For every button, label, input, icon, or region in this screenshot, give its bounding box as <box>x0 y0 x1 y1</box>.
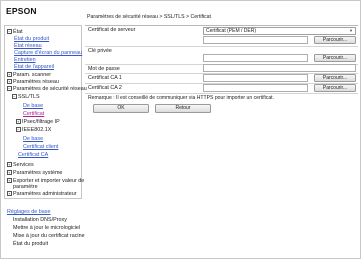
basic-settings-dns-proxy[interactable]: Installation DNS/Proxy <box>13 217 67 223</box>
private-key-label: Clé privée <box>88 48 112 54</box>
divider <box>85 25 358 26</box>
password-label: Mot de passe <box>88 66 120 72</box>
chevron-down-icon: ▾ <box>349 28 353 33</box>
sidebar-item-certificat-client[interactable]: Certificat client <box>23 144 58 150</box>
sidebar-item-services[interactable]: + Services <box>7 162 34 168</box>
basic-settings-product-status[interactable]: État du produit <box>13 241 48 247</box>
expand-icon[interactable]: + <box>7 162 12 167</box>
sidebar-item-exporter-importer-cont: paramètre <box>13 184 38 190</box>
expand-icon[interactable]: + <box>7 170 12 175</box>
private-key-browse-button[interactable]: Parcourir... <box>314 54 356 62</box>
sidebar-item-ipsec[interactable]: + IPsec/filtrage IP <box>16 119 60 125</box>
private-key-file-field[interactable] <box>203 54 308 62</box>
ca-cert-2-label: Certificat CA 2 <box>88 85 122 91</box>
sidebar-item-parametres-admin[interactable]: + Paramètres administrateur <box>7 191 77 197</box>
ca-cert-1-browse-button[interactable]: Parcourir... <box>314 74 356 82</box>
server-cert-browse-button[interactable]: Parcourir... <box>314 36 356 44</box>
sidebar-item-securite-reseau[interactable]: − Paramètres de sécurité réseau <box>7 86 87 92</box>
ok-button[interactable]: OK <box>93 104 149 113</box>
sidebar-item-ssl-de-base[interactable]: De base <box>23 103 43 109</box>
collapse-icon[interactable]: − <box>7 29 12 34</box>
basic-settings-title[interactable]: Réglages de base <box>7 209 50 215</box>
ca-cert-1-file-field[interactable] <box>203 74 308 82</box>
sidebar-item-etat-reseau[interactable]: État réseau <box>14 43 42 49</box>
sidebar-item-ssl-tls[interactable]: − SSL/TLS <box>12 94 40 100</box>
basic-settings-root-cert[interactable]: Mise à jour du certificat racine <box>13 233 85 239</box>
expand-icon[interactable]: + <box>16 119 21 124</box>
sidebar-item-entretien[interactable]: Entretien <box>14 57 36 63</box>
expand-icon[interactable]: + <box>7 191 12 196</box>
divider <box>85 46 358 47</box>
sidebar-item-parametres-reseau[interactable]: + Paramètres réseau <box>7 79 59 85</box>
server-cert-file-field[interactable] <box>203 36 308 44</box>
expand-icon[interactable]: + <box>7 178 12 183</box>
ca-cert-1-label: Certificat CA 1 <box>88 75 122 81</box>
sidebar-item-ieee-de-base[interactable]: De base <box>23 136 43 142</box>
breadcrumb: Paramètres de sécurité réseau > SSL/TLS … <box>87 14 211 20</box>
expand-icon[interactable]: + <box>7 72 12 77</box>
sidebar-item-parametres-systeme[interactable]: + Paramètres système <box>7 170 62 176</box>
sidebar-item-etat[interactable]: − État <box>7 29 23 35</box>
ca-cert-2-browse-button[interactable]: Parcourir... <box>314 84 356 92</box>
sidebar-item-etat-appareil[interactable]: État de l'appareil <box>14 64 54 70</box>
expand-icon[interactable]: + <box>7 79 12 84</box>
sidebar: − État État du produit État réseau Captur… <box>4 25 87 255</box>
collapse-icon[interactable]: − <box>12 94 17 99</box>
ca-cert-2-file-field[interactable] <box>203 84 308 92</box>
sidebar-item-param-scanner[interactable]: + Param. scanner <box>7 72 51 78</box>
server-cert-select[interactable]: Certificat (PEM / DER) ▾ <box>203 27 356 35</box>
sidebar-item-certificat-ca[interactable]: Certificat CA <box>18 152 48 158</box>
password-field[interactable] <box>203 64 356 72</box>
server-cert-label: Certificat de serveur <box>88 27 136 33</box>
divider <box>85 93 358 94</box>
epson-logo: EPSON <box>6 6 37 16</box>
collapse-icon[interactable]: − <box>16 127 21 132</box>
sidebar-item-ieee8021x[interactable]: − IEEE802.1X <box>16 127 51 133</box>
basic-settings-firmware[interactable]: Mettre à jour le micrologiciel <box>13 225 80 231</box>
back-button[interactable]: Retour <box>155 104 211 113</box>
collapse-icon[interactable]: − <box>7 86 12 91</box>
https-note: Remarque : Il est conseillé de communiqu… <box>88 95 274 101</box>
main-content: Paramètres de sécurité réseau > SSL/TLS … <box>85 11 358 257</box>
sidebar-item-etat-produit[interactable]: État du produit <box>14 36 49 42</box>
sidebar-item-ssl-certificat[interactable]: Certificat <box>23 111 44 117</box>
sidebar-item-capture-ecran[interactable]: Capture d'écran du panneau <box>14 50 82 56</box>
